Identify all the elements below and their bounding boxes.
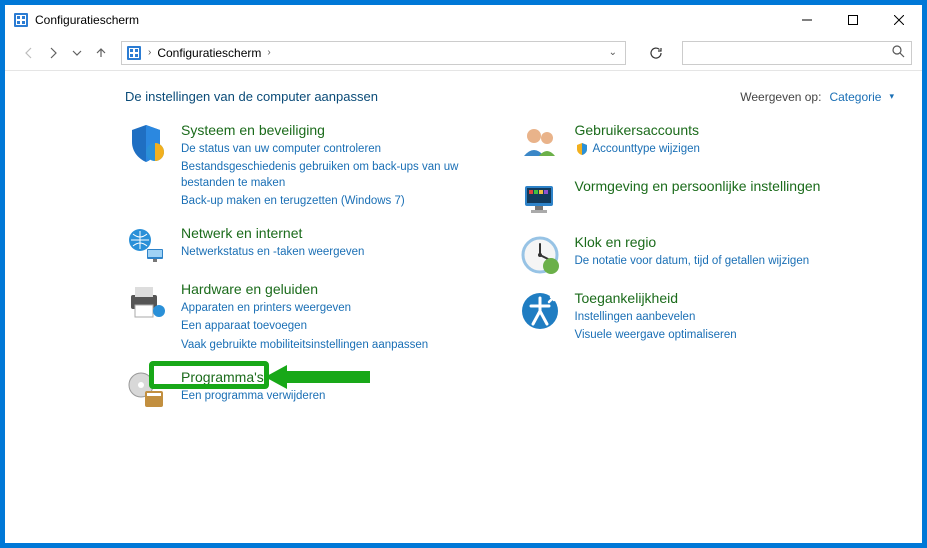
category-title[interactable]: Toegankelijkheid	[575, 290, 679, 306]
category-link-label: Accounttype wijzigen	[593, 143, 700, 155]
breadcrumb-item[interactable]: Configuratiescherm	[157, 46, 261, 60]
category-user-accounts: Gebruikersaccounts Accounttype wijzigen	[519, 122, 895, 164]
window-controls	[784, 5, 922, 35]
close-button[interactable]	[876, 5, 922, 35]
category-link[interactable]: Netwerkstatus en -taken weergeven	[181, 244, 501, 260]
page-title: De instellingen van de computer aanpasse…	[125, 89, 378, 104]
category-link[interactable]: Visuele weergave optimaliseren	[575, 327, 895, 343]
view-by-value: Categorie	[829, 90, 881, 104]
category-accessibility: Toegankelijkheid Instellingen aanbevelen…	[519, 290, 895, 345]
ease-of-access-icon	[519, 290, 561, 332]
category-system-security: Systeem en beveiliging De status van uw …	[125, 122, 501, 211]
nav-row: › Configuratiescherm › ⌄	[5, 35, 922, 71]
category-title[interactable]: Gebruikersaccounts	[575, 122, 700, 138]
chevron-right-icon: ›	[148, 47, 151, 58]
chevron-down-icon[interactable]: ⌄	[605, 47, 621, 58]
category-link[interactable]: Een programma verwijderen	[181, 388, 501, 404]
content-area: De instellingen van de computer aanpasse…	[5, 71, 922, 543]
shield-icon	[125, 122, 167, 164]
recent-locations-button[interactable]	[67, 41, 87, 65]
view-by-label: Weergeven op:	[740, 90, 821, 104]
category-title[interactable]: Programma's	[181, 369, 264, 385]
category-hardware-sound: Hardware en geluiden Apparaten en printe…	[125, 281, 501, 354]
category-appearance: Vormgeving en persoonlijke instellingen	[519, 178, 895, 220]
category-title[interactable]: Systeem en beveiliging	[181, 122, 325, 138]
category-programs: Programma's Een programma verwijderen	[125, 369, 501, 411]
category-link[interactable]: Instellingen aanbevelen	[575, 309, 895, 325]
control-panel-window: Configuratiescherm	[4, 4, 923, 544]
categories-left-column: Systeem en beveiliging De status van uw …	[33, 122, 501, 425]
printer-icon	[125, 281, 167, 323]
appearance-icon	[519, 178, 561, 220]
category-link[interactable]: Een apparaat toevoegen	[181, 318, 501, 334]
chevron-down-icon: ▾	[889, 91, 894, 102]
uac-shield-icon	[575, 142, 589, 156]
back-button[interactable]	[19, 41, 39, 65]
category-link[interactable]: De notatie voor datum, tijd of getallen …	[575, 253, 895, 269]
category-title[interactable]: Hardware en geluiden	[181, 281, 318, 297]
category-title[interactable]: Klok en regio	[575, 234, 657, 250]
category-title[interactable]: Vormgeving en persoonlijke instellingen	[575, 178, 821, 194]
chevron-right-icon: ›	[267, 47, 270, 58]
control-panel-icon	[126, 45, 142, 61]
window-title: Configuratiescherm	[35, 13, 139, 27]
category-link[interactable]: Bestandsgeschiedenis gebruiken om back-u…	[181, 159, 501, 191]
globe-network-icon	[125, 225, 167, 267]
programs-icon	[125, 369, 167, 411]
category-clock-region: Klok en regio De notatie voor datum, tij…	[519, 234, 895, 276]
category-link[interactable]: Accounttype wijzigen	[575, 141, 895, 157]
clock-icon	[519, 234, 561, 276]
category-title[interactable]: Netwerk en internet	[181, 225, 302, 241]
category-network-internet: Netwerk en internet Netwerkstatus en -ta…	[125, 225, 501, 267]
address-bar[interactable]: › Configuratiescherm › ⌄	[121, 41, 626, 65]
refresh-button[interactable]	[642, 41, 670, 65]
category-link[interactable]: De status van uw computer controleren	[181, 141, 501, 157]
search-icon	[892, 45, 905, 61]
titlebar: Configuratiescherm	[5, 5, 922, 35]
search-input[interactable]	[689, 46, 879, 60]
forward-button[interactable]	[43, 41, 63, 65]
maximize-button[interactable]	[830, 5, 876, 35]
up-button[interactable]	[91, 41, 111, 65]
control-panel-icon	[13, 12, 29, 28]
category-link[interactable]: Back-up maken en terugzetten (Windows 7)	[181, 193, 501, 209]
categories-right-column: Gebruikersaccounts Accounttype wijzigen	[511, 122, 895, 425]
minimize-button[interactable]	[784, 5, 830, 35]
category-link[interactable]: Vaak gebruikte mobiliteitsinstellingen a…	[181, 337, 501, 353]
user-accounts-icon	[519, 122, 561, 164]
category-link[interactable]: Apparaten en printers weergeven	[181, 300, 501, 316]
view-by-selector[interactable]: Weergeven op: Categorie ▾	[740, 90, 894, 104]
search-box[interactable]	[682, 41, 912, 65]
